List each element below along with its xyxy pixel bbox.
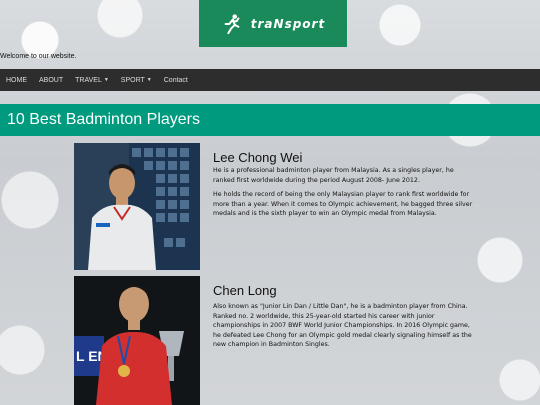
- nav-about-label: ABOUT: [39, 76, 64, 84]
- nav-sport-label: SPORT: [120, 76, 145, 84]
- player-name-chen-long: Chen Long: [213, 283, 277, 298]
- player-bio-paragraph: Also known as "Junior Lin Dan / Little D…: [213, 303, 472, 348]
- nav-about[interactable]: ABOUT: [33, 69, 69, 91]
- logo-text: traNsport: [250, 16, 326, 31]
- welcome-text: Welcome to our website.: [0, 53, 77, 60]
- nav-contact[interactable]: Contact: [158, 69, 194, 91]
- caret-down-icon: ▼: [146, 77, 152, 83]
- nav-home[interactable]: HOME: [0, 69, 33, 91]
- player-name-lee-chong-wei: Lee Chong Wei: [213, 150, 303, 165]
- player-photo-lee-chong-wei: [74, 143, 200, 270]
- nav-sport[interactable]: SPORT ▼: [115, 69, 158, 91]
- nav-contact-label: Contact: [163, 76, 188, 84]
- nav-travel-label: TRAVEL: [75, 76, 102, 84]
- player-photo-chen-long: L EN: [74, 276, 200, 405]
- main-navbar: HOME ABOUT TRAVEL ▼ SPORT ▼ Contact: [0, 69, 540, 91]
- nav-travel[interactable]: TRAVEL ▼: [69, 69, 115, 91]
- page-banner: 10 Best Badminton Players: [0, 104, 540, 136]
- runner-icon: [224, 13, 240, 34]
- site-logo[interactable]: traNsport: [199, 0, 347, 47]
- player-bio-paragraph: He is a professional badminton player fr…: [213, 167, 454, 184]
- nav-home-label: HOME: [6, 76, 27, 84]
- page-title: 10 Best Badminton Players: [7, 111, 200, 128]
- caret-down-icon: ▼: [103, 77, 109, 83]
- player-bio-paragraph: He holds the record of being the only Ma…: [213, 191, 473, 217]
